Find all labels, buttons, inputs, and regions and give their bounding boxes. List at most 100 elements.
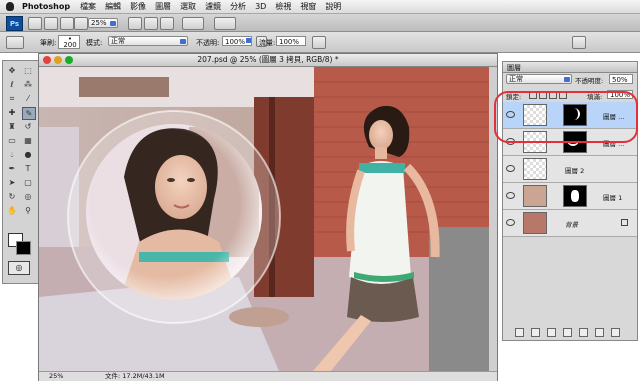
lasso-tool-icon[interactable]: ℓ <box>6 79 18 90</box>
menu-layer[interactable]: 圖層 <box>155 1 171 12</box>
minimize-window-icon[interactable] <box>54 56 62 64</box>
close-window-icon[interactable] <box>43 56 51 64</box>
opacity-label: 不透明: <box>196 39 220 47</box>
3d-orbit-icon[interactable]: ◎ <box>22 191 34 202</box>
eye-icon[interactable] <box>506 192 515 199</box>
chevron-down-icon <box>180 39 186 44</box>
airbrush-icon[interactable] <box>312 36 326 49</box>
background-color-swatch[interactable] <box>16 241 31 255</box>
dodge-tool-icon[interactable]: ● <box>22 149 34 160</box>
menu-image[interactable]: 影像 <box>130 1 146 12</box>
options-bar: 筆刷: • 200 模式: 正常 不透明: 100% 流量: 100% <box>0 32 640 53</box>
flow-input[interactable]: 100% <box>276 36 306 46</box>
adjustment-layer-icon[interactable] <box>563 328 572 337</box>
eye-icon[interactable] <box>506 219 515 226</box>
eye-icon[interactable] <box>506 165 515 172</box>
status-file-info: 文件: 17.2M/43.1M <box>105 372 165 380</box>
photoshop-logo: Ps <box>6 16 23 31</box>
layer-thumbnail <box>523 185 547 207</box>
hand-tool-icon[interactable]: ✋ <box>6 205 18 216</box>
layer-opacity-label: 不透明度: <box>575 77 604 85</box>
flow-label: 流量: <box>259 39 276 47</box>
brush-label: 筆刷: <box>40 39 57 47</box>
layer-row[interactable]: 背景 <box>503 210 637 237</box>
add-mask-icon[interactable] <box>547 328 556 337</box>
fx-icon[interactable] <box>531 328 540 337</box>
layers-panel-tab[interactable]: 圖層 <box>503 62 637 73</box>
menu-help[interactable]: 說明 <box>325 1 341 12</box>
status-zoom[interactable]: 25% <box>49 372 63 381</box>
mode-label: 模式: <box>86 39 103 47</box>
document-title: 207.psd @ 25% (圖層 3 拷貝, RGB/8) * <box>197 55 339 64</box>
clone-stamp-icon[interactable]: ♜ <box>6 121 18 132</box>
menu-select[interactable]: 選取 <box>180 1 196 12</box>
blur-tool-icon[interactable]: 💧︎ <box>6 149 18 160</box>
menu-view[interactable]: 檢視 <box>275 1 291 12</box>
magic-wand-icon[interactable]: ⁂ <box>22 79 34 90</box>
history-brush-icon[interactable]: ↺ <box>22 121 34 132</box>
zoom-tool-icon[interactable] <box>144 17 158 30</box>
move-tool-icon[interactable]: ✥ <box>6 65 18 76</box>
panel-toggle-icon[interactable] <box>572 36 586 49</box>
layer-thumbnail <box>523 212 547 234</box>
highlight-ring <box>494 91 638 143</box>
menu-3d[interactable]: 3D <box>255 2 266 11</box>
zoom-level-select[interactable]: 25% <box>88 18 118 28</box>
crop-tool-icon[interactable]: ⌗ <box>6 93 18 104</box>
zoom-tool-icon[interactable]: ⚲ <box>22 205 34 216</box>
healing-brush-icon[interactable]: ✚ <box>6 107 18 118</box>
menu-window[interactable]: 視窗 <box>300 1 316 12</box>
zoom-window-icon[interactable] <box>65 56 73 64</box>
layer-mask-thumbnail[interactable] <box>563 185 587 207</box>
layer-row[interactable]: 圖層 1 <box>503 183 637 210</box>
eyedropper-icon[interactable]: ⁄ <box>22 93 34 104</box>
brush-size-picker[interactable]: • 200 <box>58 35 80 49</box>
menu-analysis[interactable]: 分析 <box>230 1 246 12</box>
layer-opacity-input[interactable]: 50% <box>609 74 633 84</box>
document-window: 207.psd @ 25% (圖層 3 拷貝, RGB/8) * 25% 文件:… <box>38 53 498 381</box>
new-group-icon[interactable] <box>579 328 588 337</box>
chevron-down-icon <box>564 77 570 82</box>
extras-icon[interactable] <box>60 17 74 30</box>
minibridge-icon[interactable] <box>44 17 58 30</box>
trash-icon[interactable] <box>611 328 620 337</box>
layer-blend-mode-select[interactable]: 正常 <box>506 74 572 84</box>
quick-mask-icon[interactable]: ◎ <box>8 261 30 275</box>
3d-rotate-icon[interactable]: ↻ <box>6 191 18 202</box>
bridge-icon[interactable] <box>28 17 42 30</box>
pen-tool-icon[interactable]: ✒ <box>6 163 18 174</box>
brush-tool-preset-icon[interactable] <box>6 36 24 49</box>
image-canvas[interactable] <box>39 67 489 371</box>
menu-filter[interactable]: 濾鏡 <box>205 1 221 12</box>
opacity-slider-icon[interactable] <box>246 38 251 43</box>
layer-name: 背景 <box>565 221 578 229</box>
arrange-documents-icon[interactable] <box>182 17 204 30</box>
view-extras-icon[interactable] <box>74 17 88 30</box>
photo-image <box>39 67 489 371</box>
layer-row[interactable]: 圖層 2 <box>503 156 637 183</box>
marquee-tool-icon[interactable]: ⬚ <box>22 65 34 76</box>
layer-thumbnail <box>523 158 547 180</box>
app-menu[interactable]: Photoshop <box>22 2 70 11</box>
type-tool-icon[interactable]: T <box>22 163 34 174</box>
lock-icon <box>621 219 628 226</box>
shape-tool-icon[interactable]: ▢ <box>22 177 34 188</box>
brush-tool-icon[interactable]: ✎ <box>22 107 36 120</box>
document-title-bar: 207.psd @ 25% (圖層 3 拷貝, RGB/8) * <box>39 54 497 67</box>
chevron-down-icon <box>110 21 116 26</box>
apple-icon[interactable] <box>6 2 14 11</box>
rotate-view-icon[interactable] <box>160 17 174 30</box>
screen-mode-icon[interactable] <box>214 17 236 30</box>
eraser-icon[interactable]: ▭ <box>6 135 18 146</box>
gradient-icon[interactable]: ▦ <box>22 135 34 146</box>
tools-panel: ✥ ⬚ ℓ ⁂ ⌗ ⁄ ✚ ✎ ♜ ↺ ▭ ▦ 💧︎ ● ✒ T ➤ ▢ ↻ ◎… <box>2 60 40 284</box>
menu-file[interactable]: 檔案 <box>80 1 96 12</box>
path-selection-icon[interactable]: ➤ <box>6 177 18 188</box>
hand-tool-icon[interactable] <box>128 17 142 30</box>
blend-mode-select[interactable]: 正常 <box>108 36 188 46</box>
link-layers-icon[interactable] <box>515 328 524 337</box>
menu-bar: Photoshop 檔案 編輯 影像 圖層 選取 濾鏡 分析 3D 檢視 視窗 … <box>0 0 640 14</box>
new-layer-icon[interactable] <box>595 328 604 337</box>
layers-tab-label[interactable]: 圖層 <box>507 63 521 73</box>
menu-edit[interactable]: 編輯 <box>105 1 121 12</box>
